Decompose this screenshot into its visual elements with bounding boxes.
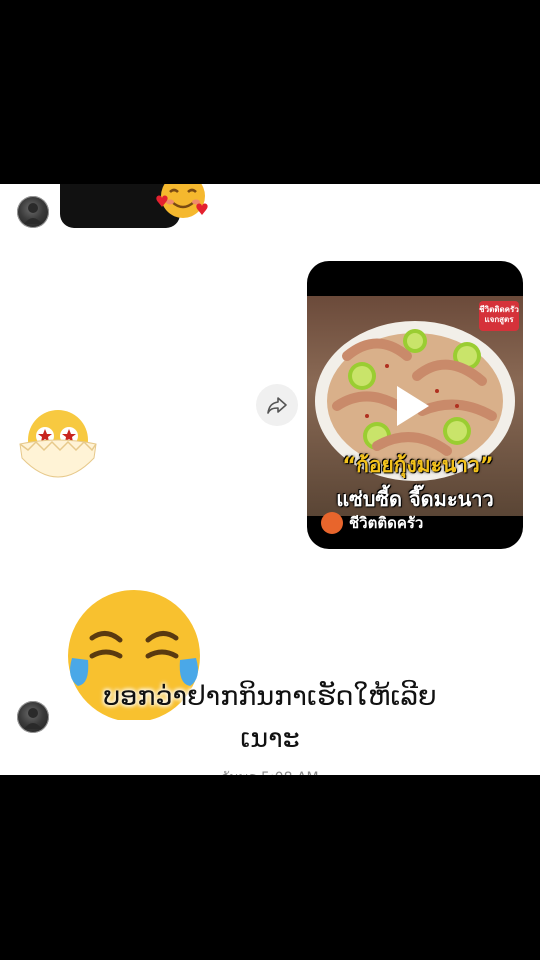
chat-thread: ชีวิตติดครัว แจกสูตร “ก้อยกุ้งมะนาว” แซ่… [0, 184, 540, 775]
share-icon [267, 397, 287, 414]
smiling-face-with-hearts-icon [156, 184, 208, 218]
message-timestamp: วันพุธ 5:08 AM [190, 767, 350, 775]
avatar-figure-icon [24, 203, 42, 224]
hatching-chick-starstruck-icon [19, 410, 97, 478]
source-name: ชีวิตติดครัว [349, 514, 424, 532]
message-text: ບອກວ່າຢາກກິນກາເຮັດໃຫ້ເລີຍເນາະ [103, 681, 437, 754]
avatar-figure-icon [24, 708, 42, 729]
brand-tag: ชีวิตติดครัว แจกสูตร [479, 301, 519, 331]
contact-avatar[interactable] [17, 701, 49, 733]
contact-avatar[interactable] [17, 196, 49, 228]
source-logo-icon [321, 512, 343, 534]
reel-source[interactable]: ชีวิตติดครัว [321, 511, 423, 535]
reel-title-line1: “ก้อยกุ้งมะนาว” [342, 453, 494, 477]
play-icon[interactable] [397, 386, 429, 426]
shared-reel-card[interactable]: ชีวิตติดครัว แจกสูตร “ก้อยกุ้งมะนาว” แซ่… [307, 261, 523, 549]
share-button[interactable] [256, 384, 298, 426]
